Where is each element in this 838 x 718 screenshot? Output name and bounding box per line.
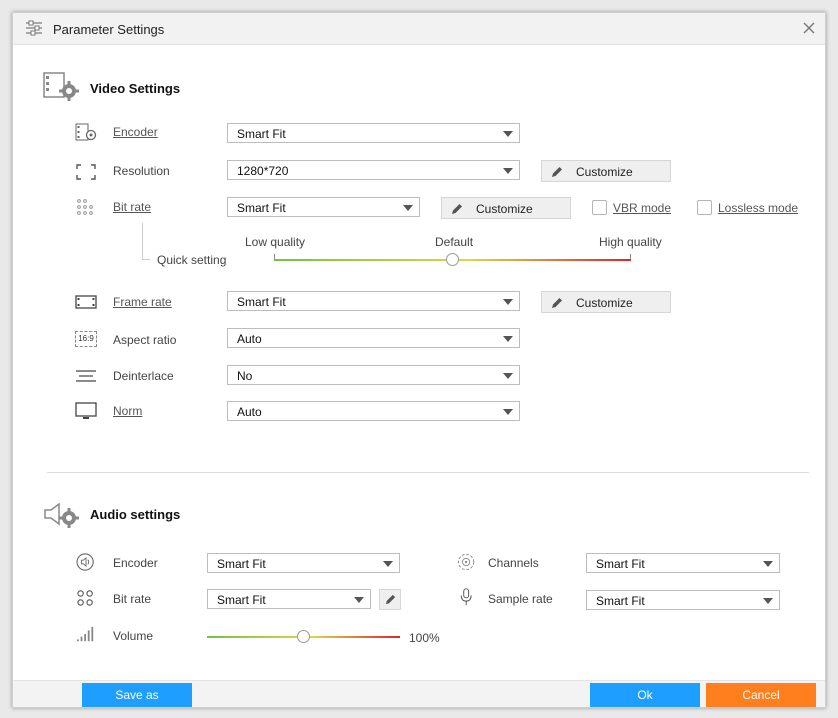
volume-slider-thumb[interactable]	[297, 630, 310, 643]
pencil-icon	[385, 594, 396, 605]
norm-label[interactable]: Norm	[113, 404, 142, 418]
frame-rate-value: Smart Fit	[237, 295, 286, 309]
chevron-down-icon	[763, 598, 773, 604]
quick-setting-slider-thumb[interactable]	[446, 253, 459, 266]
bitrate-value: Smart Fit	[237, 201, 286, 215]
channels-value: Smart Fit	[596, 557, 645, 571]
section-divider	[47, 472, 809, 473]
chevron-down-icon	[403, 205, 413, 211]
save-as-button[interactable]: Save as	[82, 683, 192, 707]
chevron-down-icon	[503, 373, 513, 379]
volume-label: Volume	[113, 629, 154, 643]
deinterlace-select[interactable]: No	[227, 365, 520, 385]
lossless-mode-checkbox[interactable]	[697, 200, 712, 215]
pencil-icon	[552, 167, 562, 177]
resolution-label: Resolution	[113, 164, 170, 178]
lossless-mode-label[interactable]: Lossless mode	[718, 201, 798, 215]
deinterlace-label: Deinterlace	[113, 369, 174, 383]
bitrate-customize-button[interactable]: Customize	[441, 197, 571, 219]
chevron-down-icon	[354, 597, 364, 603]
monitor-icon	[75, 402, 97, 419]
norm-value: Auto	[237, 405, 262, 419]
aspect-ratio-select[interactable]: Auto	[227, 328, 520, 348]
chevron-down-icon	[383, 561, 393, 567]
bitrate-label[interactable]: Bit rate	[113, 200, 151, 214]
deinterlace-lines-icon	[76, 370, 96, 382]
volume-bars-icon	[77, 626, 94, 642]
frame-rate-customize-button[interactable]: Customize	[541, 291, 671, 313]
frame-rate-film-icon	[75, 295, 97, 309]
resolution-customize-button[interactable]: Customize	[541, 160, 671, 182]
encoder-settings-icon	[75, 123, 97, 141]
dialog-title: Parameter Settings	[53, 22, 165, 37]
volume-value: 100%	[409, 631, 440, 645]
channels-label: Channels	[488, 556, 539, 570]
audio-encoder-select[interactable]: Smart Fit	[207, 553, 400, 573]
resolution-icon	[76, 164, 96, 180]
audio-settings-icon	[44, 502, 79, 528]
audio-bitrate-icon	[77, 590, 93, 606]
pencil-icon	[552, 298, 562, 308]
audio-bitrate-select[interactable]: Smart Fit	[207, 589, 371, 609]
title-bar: Parameter Settings	[13, 13, 825, 45]
encoder-label[interactable]: Encoder	[113, 125, 158, 139]
cancel-button[interactable]: Cancel	[706, 683, 816, 707]
microphone-icon	[460, 588, 472, 606]
audio-encoder-value: Smart Fit	[217, 557, 266, 571]
chevron-down-icon	[503, 336, 513, 342]
sample-rate-value: Smart Fit	[596, 594, 645, 608]
quick-setting-connector	[142, 259, 150, 260]
chevron-down-icon	[503, 409, 513, 415]
bitrate-dots-icon	[77, 199, 93, 215]
high-quality-label: High quality	[599, 235, 662, 249]
quick-setting-connector	[142, 223, 143, 259]
frame-rate-customize-label: Customize	[576, 296, 633, 310]
audio-encoder-label: Encoder	[113, 556, 158, 570]
dialog-footer: Save as Ok Cancel	[13, 680, 825, 707]
aspect-ratio-label: Aspect ratio	[113, 333, 177, 347]
audio-bitrate-value: Smart Fit	[217, 593, 266, 607]
encoder-value: Smart Fit	[237, 127, 286, 141]
video-settings-title: Video Settings	[90, 81, 181, 96]
parameter-settings-dialog: Parameter Settings Video Settings Encode…	[12, 12, 826, 708]
low-quality-label: Low quality	[245, 235, 306, 249]
ok-button[interactable]: Ok	[590, 683, 700, 707]
audio-settings-title: Audio settings	[90, 507, 181, 522]
chevron-down-icon	[503, 131, 513, 137]
default-quality-label: Default	[435, 235, 474, 249]
resolution-value: 1280*720	[237, 164, 289, 178]
bitrate-select[interactable]: Smart Fit	[227, 197, 420, 217]
sample-rate-label: Sample rate	[488, 592, 553, 606]
channels-icon	[458, 553, 475, 571]
norm-select[interactable]: Auto	[227, 401, 520, 421]
chevron-down-icon	[763, 561, 773, 567]
bitrate-customize-label: Customize	[476, 202, 533, 216]
close-icon[interactable]	[801, 20, 817, 36]
chevron-down-icon	[503, 299, 513, 305]
sample-rate-select[interactable]: Smart Fit	[586, 590, 780, 610]
frame-rate-select[interactable]: Smart Fit	[227, 291, 520, 311]
frame-rate-label[interactable]: Frame rate	[113, 295, 172, 309]
pencil-icon	[452, 204, 462, 214]
resolution-customize-label: Customize	[576, 165, 633, 179]
settings-sliders-icon	[26, 20, 42, 36]
vbr-mode-label[interactable]: VBR mode	[613, 201, 671, 215]
resolution-select[interactable]: 1280*720	[227, 160, 520, 180]
aspect-ratio-icon: 16:9	[75, 331, 97, 347]
encoder-select[interactable]: Smart Fit	[227, 123, 520, 143]
speaker-icon	[76, 553, 94, 571]
audio-bitrate-edit-button[interactable]	[379, 589, 401, 610]
vbr-mode-checkbox[interactable]	[592, 200, 607, 215]
audio-bitrate-label: Bit rate	[113, 592, 152, 606]
aspect-ratio-value: Auto	[237, 332, 262, 346]
video-settings-icon	[43, 72, 79, 101]
deinterlace-value: No	[237, 369, 253, 383]
chevron-down-icon	[503, 168, 513, 174]
channels-select[interactable]: Smart Fit	[586, 553, 780, 573]
quick-setting-label: Quick setting	[157, 253, 227, 267]
